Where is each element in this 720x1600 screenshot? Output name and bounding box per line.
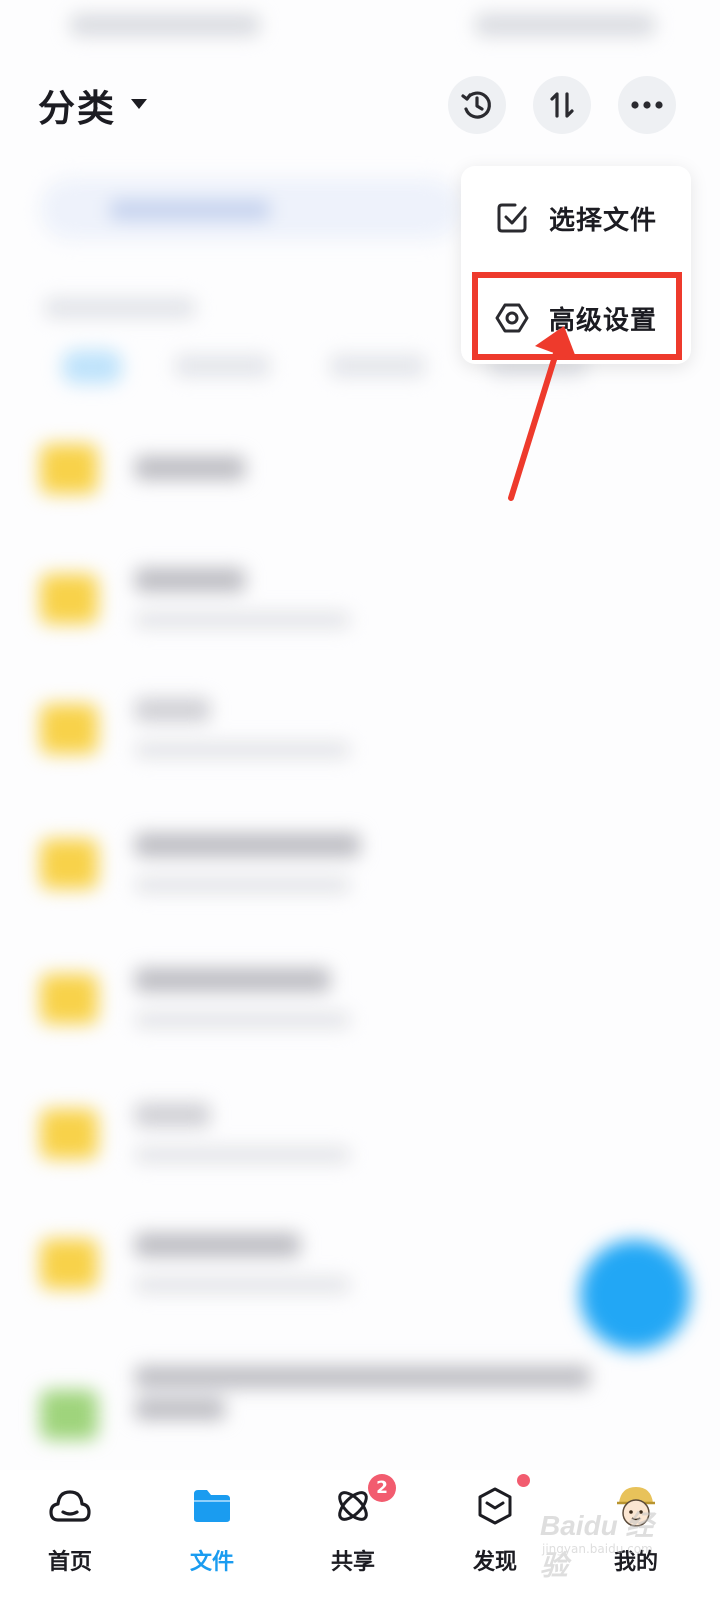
list-item (0, 1095, 720, 1175)
tab-label: 共享 (330, 1550, 375, 1575)
tab-label: 首页 (47, 1550, 92, 1575)
tab-files[interactable]: 文件 (157, 1482, 267, 1600)
fab-button (580, 1240, 690, 1350)
cube-discover-icon (471, 1482, 519, 1530)
watermark-subtext: jingyan.baidu.com (542, 1542, 653, 1556)
folder-icon (40, 1109, 98, 1159)
annotation-arrow (508, 326, 577, 501)
tab-home[interactable]: 首页 (15, 1482, 125, 1600)
cloud-home-icon (46, 1482, 94, 1530)
list-item (0, 1360, 720, 1460)
tab-discover[interactable]: 发现 (440, 1482, 550, 1600)
list-item (0, 690, 720, 770)
folder-icon (40, 839, 98, 889)
discover-notification-dot (517, 1474, 530, 1487)
list-item (0, 960, 720, 1040)
folder-icon (40, 1239, 98, 1289)
share-badge: 2 (368, 1474, 396, 1502)
folder-icon (40, 704, 98, 754)
folder-icon (40, 974, 98, 1024)
tab-share[interactable]: 共享 (298, 1482, 408, 1600)
baidu-watermark: Baidu 经验 jingyan.baidu.com (540, 1500, 670, 1581)
folder-icon (188, 1482, 236, 1530)
tab-label: 发现 (472, 1550, 517, 1575)
tab-label: 文件 (189, 1550, 234, 1575)
list-item (0, 825, 720, 905)
file-icon (40, 1390, 98, 1440)
